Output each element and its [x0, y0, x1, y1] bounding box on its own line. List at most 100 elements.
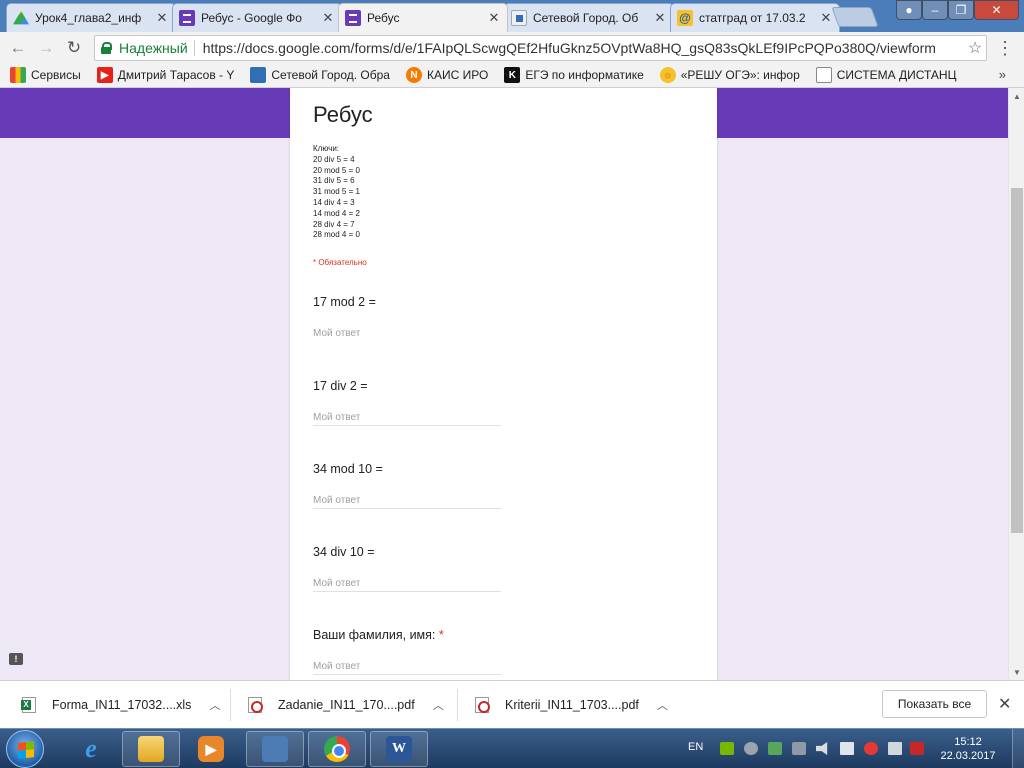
bookmark-star-icon[interactable]: ☆	[964, 38, 986, 58]
taskbar-network-app[interactable]	[246, 731, 304, 767]
action-center-icon[interactable]	[888, 742, 902, 755]
chrome-icon	[324, 736, 350, 762]
form-card: Ребус Ключи: 20 div 5 = 4 20 mod 5 = 0 3…	[290, 88, 717, 680]
answer-input[interactable]	[313, 576, 501, 592]
download-item[interactable]: Zadanie_IN11_170....pdf ︿	[248, 681, 444, 729]
taskbar-word[interactable]: W	[370, 731, 428, 767]
bookmark-kais[interactable]: N КАИС ИРО	[405, 67, 489, 83]
address-bar[interactable]: Надежный https://docs.google.com/forms/d…	[94, 35, 987, 61]
bookmark-label: ЕГЭ по информатике	[525, 68, 644, 82]
tray-app-icon[interactable]	[744, 742, 758, 755]
tab-close-icon[interactable]: ✕	[653, 10, 667, 26]
tab-netgorod[interactable]: Сетевой Город. Об ✕	[504, 3, 674, 32]
bookmark-youtube[interactable]: ▶ Дмитрий Тарасов - Y	[96, 67, 235, 83]
system-clock[interactable]: 15:12 22.03.2017	[936, 735, 1000, 763]
question-34-mod-10: 34 mod 10 =	[313, 462, 501, 509]
language-indicator[interactable]: EN	[688, 741, 703, 753]
question-title: 17 mod 2 =	[313, 295, 376, 309]
taskbar-internet-explorer[interactable]: e	[62, 731, 120, 767]
clock-time: 15:12	[954, 736, 982, 748]
start-button[interactable]	[6, 730, 44, 768]
description-line: 28 mod 4 = 0	[313, 230, 360, 240]
tab-rebus-edit[interactable]: Ребус - Google Фо ✕	[172, 3, 342, 32]
divider	[457, 689, 458, 721]
bookmark-sistema[interactable]: СИСТЕМА ДИСТАНЦ	[815, 67, 957, 83]
description-line: 14 div 4 = 3	[313, 197, 355, 207]
taskbar-media-player[interactable]: ▶	[182, 731, 240, 767]
url-text[interactable]: https://docs.google.com/forms/d/e/1FAIpQ…	[203, 40, 964, 56]
download-filename: Kriterii_IN11_1703....pdf	[505, 698, 639, 712]
taskbar-chrome[interactable]	[308, 731, 366, 767]
page-scrollbar[interactable]: ▲ ▼	[1008, 88, 1024, 680]
bookmark-label: КАИС ИРО	[426, 68, 489, 82]
tab-title: Урок4_глава2_инф	[35, 11, 142, 25]
network-icon[interactable]	[840, 742, 854, 755]
user-profile-icon[interactable]: ●	[896, 0, 922, 20]
question-title: 17 div 2 =	[313, 379, 368, 393]
nvidia-icon[interactable]	[720, 742, 734, 755]
question-17-div-2: 17 div 2 =	[313, 379, 501, 426]
download-item[interactable]: Forma_IN11_17032....xls ︿	[21, 681, 220, 729]
tab-close-icon[interactable]: ✕	[819, 10, 833, 26]
bookmark-label: Дмитрий Тарасов - Y	[117, 68, 235, 82]
scroll-down-arrow-icon[interactable]: ▼	[1009, 664, 1024, 680]
chevron-up-icon[interactable]: ︿	[657, 697, 668, 713]
back-arrow-icon[interactable]: ←	[6, 36, 30, 60]
divider	[193, 40, 195, 56]
tab-rebus[interactable]: Ребус ✕	[338, 3, 508, 32]
bookmark-reshu[interactable]: ☼ «РЕШУ ОГЭ»: инфор	[659, 67, 800, 83]
question-17-mod-2: 17 mod 2 =	[313, 295, 501, 342]
description-line: 31 mod 5 = 1	[313, 187, 360, 197]
bookmarks-overflow-icon[interactable]: »	[999, 67, 1006, 82]
forward-arrow-icon[interactable]: →	[34, 36, 58, 60]
antivirus-icon[interactable]	[910, 742, 924, 755]
youtube-icon: ▶	[96, 67, 113, 83]
bookmark-services[interactable]: Сервисы	[10, 67, 81, 83]
reload-icon[interactable]: ↻	[62, 36, 86, 60]
scroll-up-arrow-icon[interactable]: ▲	[1009, 88, 1024, 104]
close-window-button[interactable]: ✕	[974, 0, 1019, 20]
answer-input[interactable]	[313, 493, 501, 509]
taskbar-explorer[interactable]	[122, 731, 180, 767]
description-line: 20 div 5 = 4	[313, 154, 355, 164]
tab-close-icon[interactable]: ✕	[487, 10, 501, 26]
download-filename: Forma_IN11_17032....xls	[52, 698, 192, 712]
chevron-up-icon[interactable]: ︿	[209, 697, 220, 713]
tray-app-icon[interactable]	[864, 742, 878, 755]
tab-urok4[interactable]: Урок4_глава2_инф ✕	[6, 3, 176, 32]
internet-explorer-icon: e	[85, 734, 97, 763]
tab-close-icon[interactable]: ✕	[155, 10, 169, 26]
new-tab-button[interactable]	[831, 7, 879, 27]
bookmark-label: Сетевой Город. Обра	[271, 68, 390, 82]
close-icon[interactable]: ✕	[998, 694, 1011, 714]
feedback-icon[interactable]: !	[9, 653, 23, 665]
answer-input[interactable]	[313, 326, 501, 342]
show-desktop-button[interactable]	[1012, 729, 1024, 768]
security-label: Надежный	[119, 40, 188, 56]
download-shelf: Forma_IN11_17032....xls ︿ Zadanie_IN11_1…	[0, 680, 1024, 728]
clock-date: 22.03.2017	[940, 750, 996, 762]
answer-input[interactable]	[313, 410, 501, 426]
browser-menu-icon[interactable]: ⋮	[994, 37, 1016, 59]
restore-window-button[interactable]: ❐	[948, 0, 974, 20]
bookmark-ege[interactable]: K ЕГЭ по информатике	[504, 67, 644, 83]
tab-statgrad[interactable]: @ статград от 17.03.2 ✕	[670, 3, 840, 32]
tab-title: статград от 17.03.2	[699, 11, 806, 25]
description-line: Ключи:	[313, 144, 340, 153]
tray-app-icon[interactable]	[768, 742, 782, 755]
description-line: 31 div 5 = 6	[313, 176, 355, 186]
tab-title: Сетевой Город. Об	[533, 11, 639, 25]
show-all-downloads-button[interactable]: Показать все	[882, 690, 987, 718]
question-name: Ваши фамилия, имя: *	[313, 628, 501, 675]
tab-close-icon[interactable]: ✕	[321, 10, 335, 26]
chevron-up-icon[interactable]: ︿	[433, 697, 444, 713]
tray-app-icon[interactable]	[792, 742, 806, 755]
minimize-window-button[interactable]: –	[922, 0, 948, 20]
bookmark-label: СИСТЕМА ДИСТАНЦ	[836, 68, 957, 82]
answer-input[interactable]	[313, 659, 501, 675]
description-line: 20 mod 5 = 0	[313, 165, 360, 175]
scrollbar-thumb[interactable]	[1011, 188, 1023, 533]
bookmark-netgorod[interactable]: Сетевой Город. Обра	[250, 67, 390, 83]
download-item[interactable]: Kriterii_IN11_1703....pdf ︿	[475, 681, 668, 729]
volume-icon[interactable]	[816, 742, 828, 755]
